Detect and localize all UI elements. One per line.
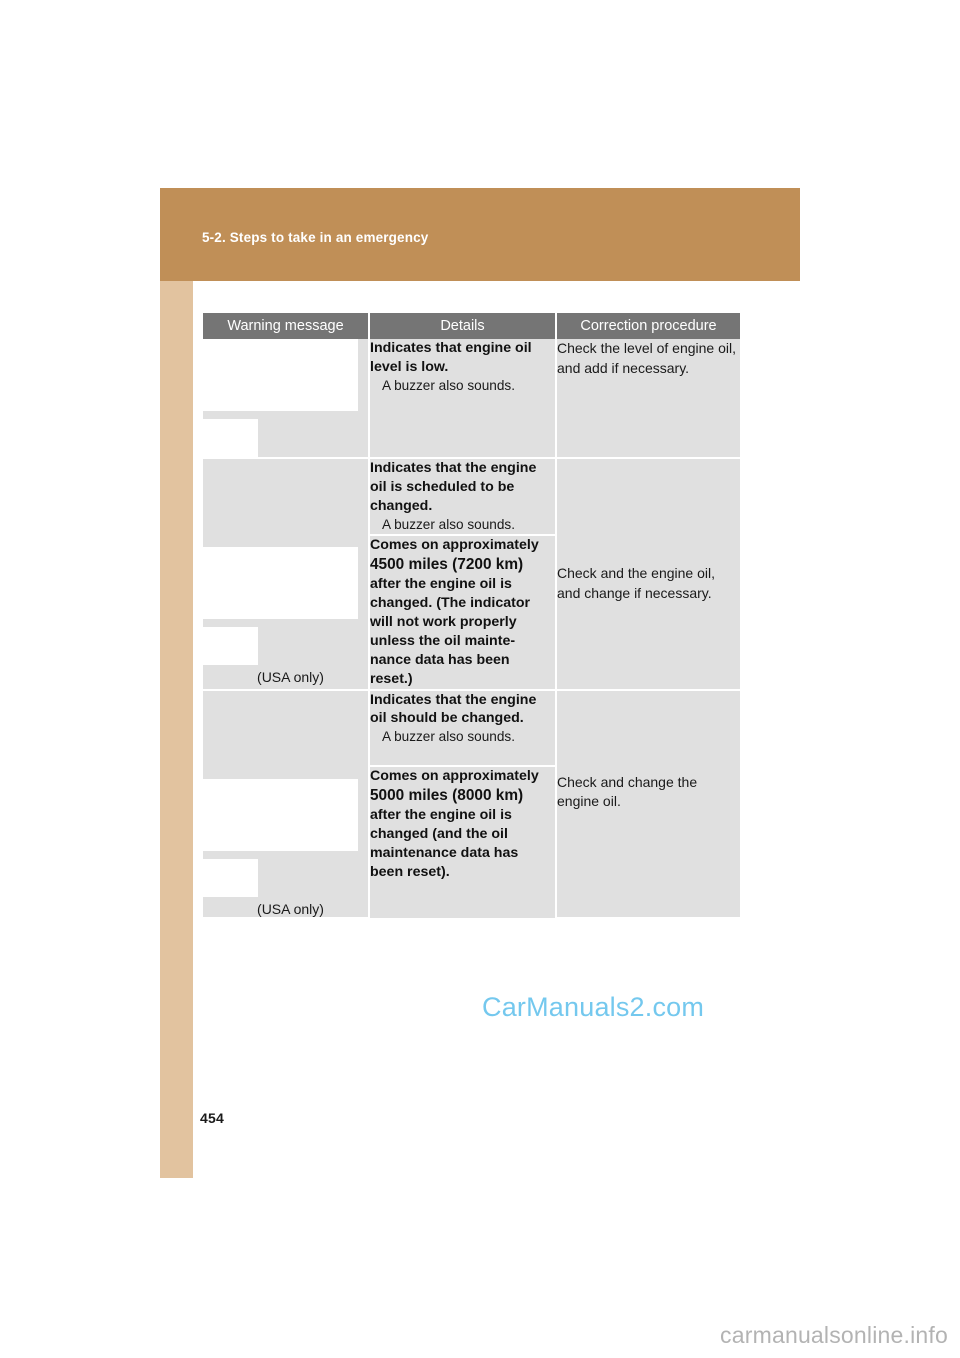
warning-message-table: Warning message Details Correction proce… [203, 313, 740, 919]
column-header-warning-message: Warning message [203, 313, 370, 339]
correction-cell: Check and change the engine oil. [556, 689, 740, 919]
details-cell: Comes on approximately 5000 miles (8000 … [369, 765, 557, 918]
details-main-text: Indicates that the engine oil is schedul… [370, 460, 537, 514]
details-main-text: Indicates that engine oil level is low. [370, 340, 532, 375]
details-sub-text: A buzzer also sounds. [382, 729, 515, 745]
usa-only-note: (USA only) [257, 900, 324, 917]
correction-cell: Check the level of engine oil, and add i… [556, 339, 740, 459]
oil-level-warning-icon-small [203, 419, 258, 457]
correction-text: Check the level of engine oil, and add i… [557, 340, 736, 376]
details-mileage-emphasis: 4500 miles (7200 km) [370, 555, 524, 573]
oil-level-warning-icon [203, 339, 358, 411]
oil-change-warning-icon [203, 778, 358, 851]
details-cell: Indicates that engine oil level is low. … [369, 339, 557, 459]
correction-text: Check and the engine oil, and change if … [557, 565, 715, 601]
details-cell: Indicates that the engine oil is schedul… [369, 458, 557, 536]
table-row: Indicates that engine oil level is low. … [203, 339, 740, 459]
icon-spacer [203, 691, 368, 779]
section-header-bar: 5-2. Steps to take in an emergency [160, 188, 800, 281]
details-prefix: Comes on approximately [370, 767, 539, 784]
column-header-details: Details [369, 313, 557, 339]
warning-icon-cell [203, 339, 370, 459]
column-header-correction-procedure: Correction procedure [556, 313, 740, 339]
table-row: (USA only) Indicates that the engine oil… [203, 689, 740, 919]
correction-text: Check and change the engine oil. [557, 773, 698, 810]
details-sub-text: A buzzer also sounds. [382, 377, 515, 393]
usa-only-note: (USA only) [257, 669, 324, 685]
warning-icon-cell: (USA only) [203, 689, 370, 919]
details-suffix: after the engine oil is changed (and the… [370, 807, 519, 880]
icon-spacer [203, 459, 368, 547]
watermark-carmanuals2: CarManuals2.com [482, 992, 705, 1022]
watermark-carmanualsonline: carmanualsonline.info [720, 1322, 948, 1348]
details-cell: Comes on approximately 4500 miles (7200 … [369, 534, 557, 691]
page-title: 5-2. Steps to take in an emergency [202, 230, 429, 245]
warning-icon-cell: (USA only) [203, 458, 370, 691]
details-cell: Indicates that the engine oil should be … [369, 689, 557, 767]
details-prefix: Comes on approximately [370, 536, 539, 553]
page-side-strip [160, 281, 193, 1178]
details-suffix: after the engine oil is changed. (The in… [370, 576, 531, 687]
table-row: (USA only) Indicates that the engine oil… [203, 458, 740, 691]
correction-cell: Check and the engine oil, and change if … [556, 458, 740, 691]
details-mileage-emphasis: 5000 miles (8000 km) [370, 786, 524, 804]
details-sub-text: A buzzer also sounds. [382, 516, 515, 532]
oil-maintenance-warning-icon-small [203, 627, 258, 665]
details-main-text: Comes on approximately 4500 miles (7200 … [370, 536, 555, 689]
oil-change-warning-icon-small [203, 858, 258, 897]
oil-maintenance-warning-icon [203, 547, 358, 619]
details-main-text: Indicates that the engine oil should be … [370, 691, 537, 727]
details-main-text: Comes on approximately 5000 miles (8000 … [370, 767, 555, 882]
table-header-row: Warning message Details Correction proce… [203, 313, 740, 339]
page-root: 5-2. Steps to take in an emergency Warni… [0, 0, 960, 1358]
page-number: 454 [200, 1110, 224, 1126]
